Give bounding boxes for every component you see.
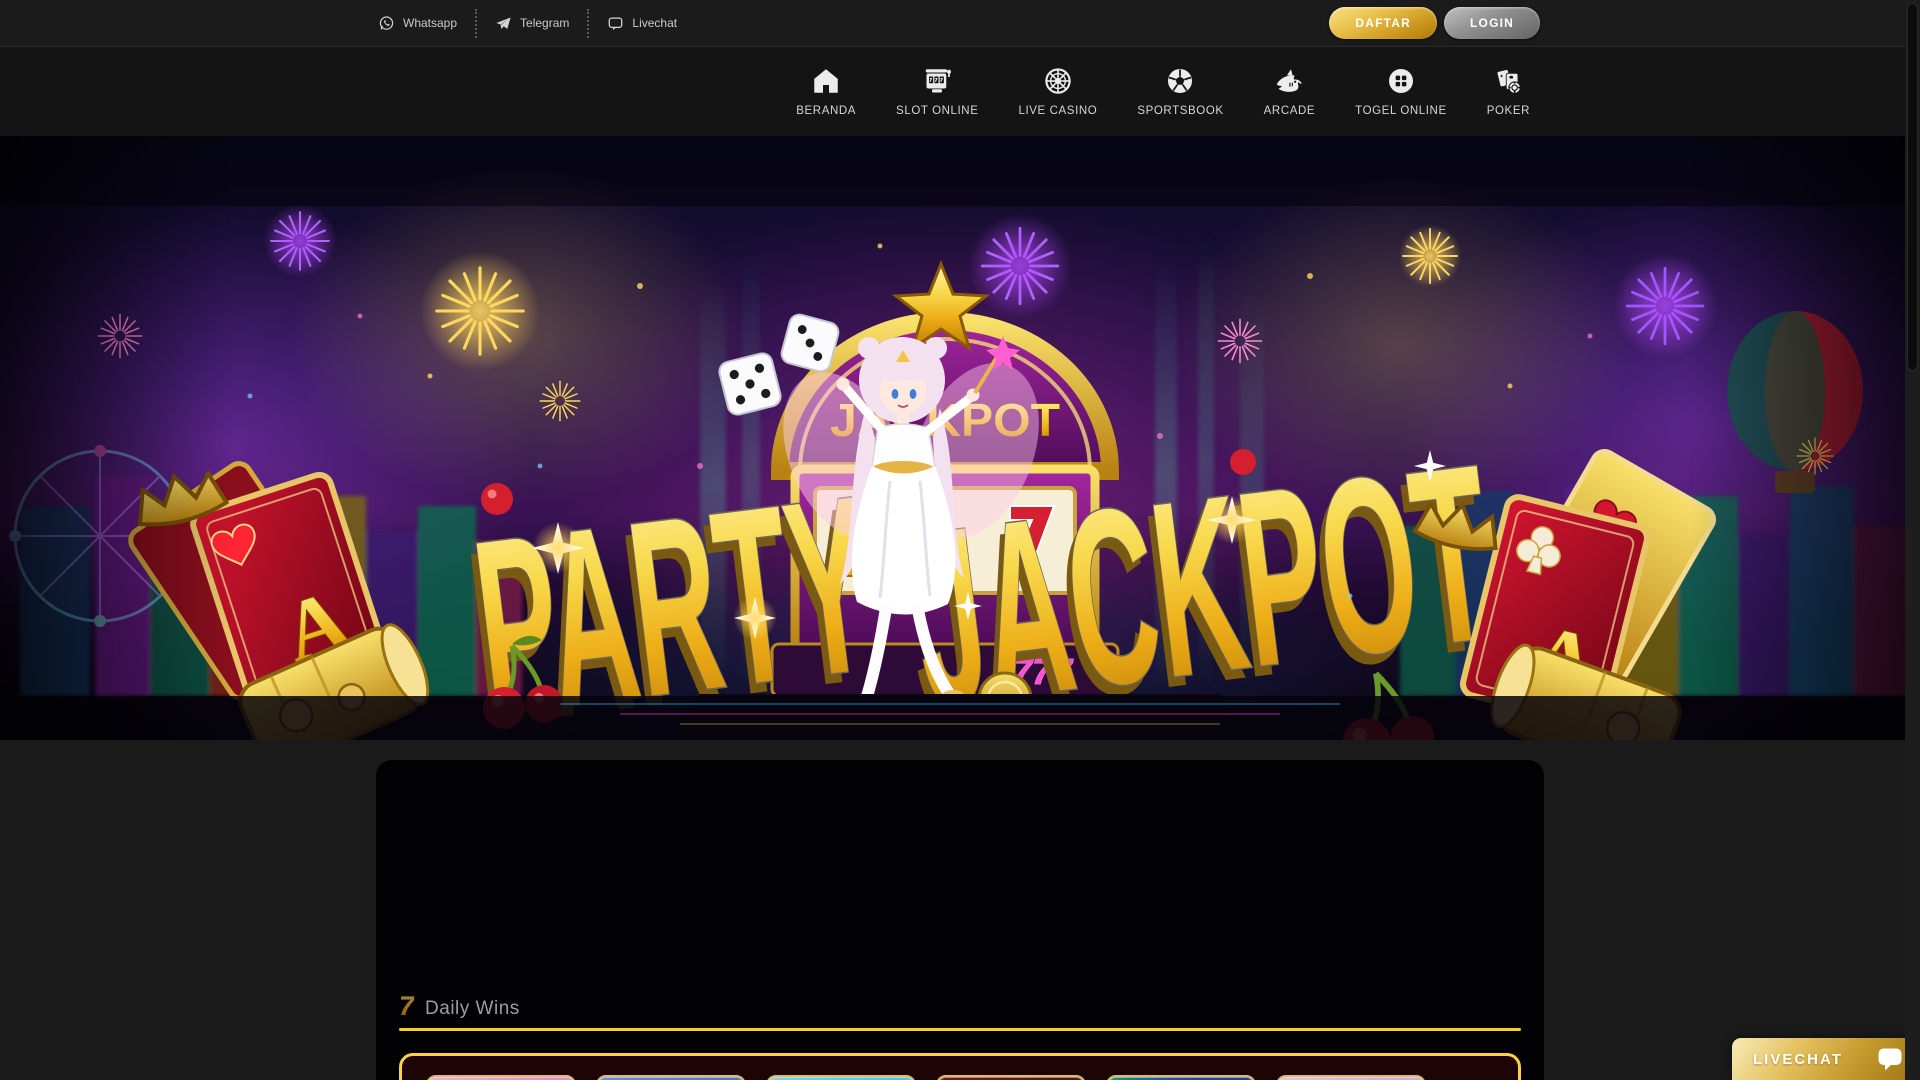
game-card-4[interactable] bbox=[936, 1075, 1086, 1080]
contact-label: Whatsapp bbox=[403, 16, 457, 30]
scrollbar-thumb[interactable] bbox=[1907, 3, 1918, 371]
topbar: Whatsapp Telegram Livechat DAFTAR LOGIN bbox=[0, 0, 1920, 47]
nav-item-label: SPORTSBOOK bbox=[1137, 105, 1223, 117]
nav-item-label: TOGEL ONLINE bbox=[1355, 105, 1447, 117]
hero-banner: JACKPOT 7777 PARTY PARTY JACKPOT JACKPOT bbox=[0, 136, 1920, 740]
livechat-widget[interactable]: LIVECHAT bbox=[1732, 1038, 1918, 1080]
game-card-2[interactable] bbox=[596, 1075, 746, 1080]
panel-empty-area bbox=[399, 760, 1521, 993]
game-card-6[interactable] bbox=[1276, 1075, 1426, 1080]
nav-item-label: SLOT ONLINE bbox=[896, 105, 978, 117]
nav-item-sportsbook[interactable]: SPORTSBOOK bbox=[1137, 66, 1223, 117]
home-icon bbox=[811, 66, 841, 96]
whatsapp-icon bbox=[378, 15, 395, 32]
auth-buttons: DAFTAR LOGIN bbox=[1329, 7, 1540, 39]
daily-wins-header: 7 Daily Wins bbox=[399, 993, 1521, 1020]
contact-label: Telegram bbox=[520, 16, 569, 30]
nav-item-arcade[interactable]: ARCADE bbox=[1264, 66, 1316, 117]
scrollbar-track[interactable] bbox=[1905, 0, 1920, 1080]
game-card-5[interactable] bbox=[1106, 1075, 1256, 1080]
nav-item-poker[interactable]: POKER bbox=[1487, 66, 1530, 117]
nav-menu: BERANDA SLOT ONLINE LIVE CASINO SPORTSBOOK A… bbox=[796, 66, 1530, 117]
game-card-1[interactable] bbox=[426, 1075, 576, 1080]
nav-item-label: POKER bbox=[1487, 105, 1530, 117]
chat-bubble-icon bbox=[1877, 1047, 1903, 1071]
nav-item-beranda[interactable]: BERANDA bbox=[796, 66, 856, 117]
contact-link-whatsapp[interactable]: Whatsapp bbox=[376, 9, 475, 38]
soccer-icon bbox=[1165, 66, 1195, 96]
nav-item-label: LIVE CASINO bbox=[1019, 105, 1098, 117]
contact-label: Livechat bbox=[632, 16, 677, 30]
shark-icon bbox=[1274, 66, 1304, 96]
content-panel: 7 Daily Wins bbox=[376, 760, 1544, 1080]
login-button[interactable]: LOGIN bbox=[1444, 7, 1540, 39]
hero-banner-art: JACKPOT 7777 PARTY PARTY JACKPOT JACKPOT bbox=[0, 136, 1920, 740]
game-card-3[interactable] bbox=[766, 1075, 916, 1080]
nav-item-togel-online[interactable]: TOGEL ONLINE bbox=[1355, 66, 1447, 117]
main-navbar: BERANDA SLOT ONLINE LIVE CASINO SPORTSBOOK A… bbox=[0, 47, 1920, 136]
contact-links: Whatsapp Telegram Livechat bbox=[376, 0, 695, 46]
slot-icon bbox=[922, 66, 952, 96]
banner-foreground bbox=[0, 136, 1920, 740]
daily-wins-cards bbox=[399, 1053, 1521, 1080]
daily-wins-title: Daily Wins bbox=[425, 998, 520, 1020]
seven-icon: 7 bbox=[399, 993, 414, 1020]
nav-item-label: BERANDA bbox=[796, 105, 856, 117]
gold-divider bbox=[399, 1028, 1521, 1031]
contact-link-livechat[interactable]: Livechat bbox=[587, 9, 695, 38]
livechat-label: LIVECHAT bbox=[1753, 1051, 1843, 1068]
daftar-button[interactable]: DAFTAR bbox=[1329, 7, 1437, 39]
poker-icon bbox=[1493, 66, 1523, 96]
contact-link-telegram[interactable]: Telegram bbox=[475, 9, 587, 38]
nav-item-label: ARCADE bbox=[1264, 105, 1316, 117]
main-section: 7 Daily Wins bbox=[0, 740, 1920, 1080]
nav-item-slot-online[interactable]: SLOT ONLINE bbox=[896, 66, 978, 117]
togel-icon bbox=[1386, 66, 1416, 96]
roulette-icon bbox=[1043, 66, 1073, 96]
telegram-icon bbox=[495, 15, 512, 32]
livechat-icon bbox=[607, 15, 624, 32]
nav-item-live-casino[interactable]: LIVE CASINO bbox=[1019, 66, 1098, 117]
